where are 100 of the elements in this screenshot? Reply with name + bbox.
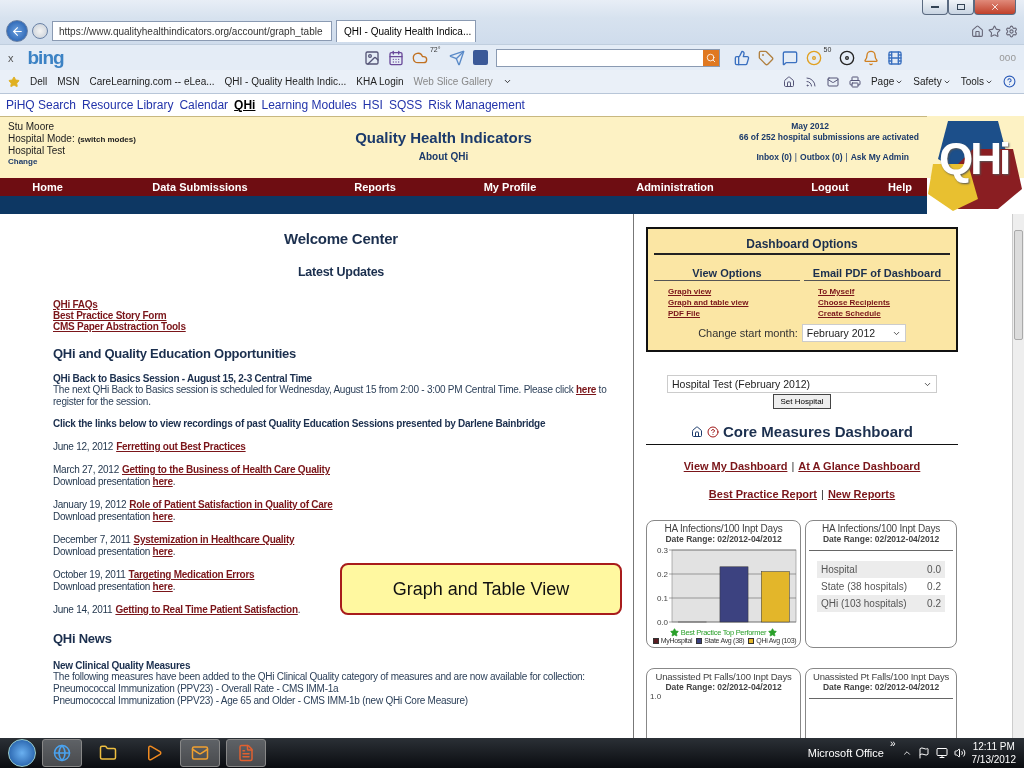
minimize-button[interactable] bbox=[922, 0, 948, 15]
recording-link[interactable]: Ferretting out Best Practices bbox=[116, 441, 246, 453]
search-button[interactable] bbox=[702, 49, 719, 66]
print-icon[interactable] bbox=[848, 75, 861, 88]
option-link[interactable]: To Myself bbox=[818, 287, 855, 296]
site-nav-link[interactable]: SQSS bbox=[388, 98, 423, 112]
menu-item[interactable]: Home bbox=[0, 181, 95, 193]
square-icon[interactable] bbox=[472, 50, 488, 65]
caret-icon[interactable] bbox=[502, 77, 512, 86]
volume-icon[interactable] bbox=[953, 747, 966, 759]
recording-link[interactable]: Getting to Real Time Patient Satisfaction bbox=[115, 604, 298, 616]
month-select[interactable]: February 2012 bbox=[801, 324, 906, 342]
option-link[interactable]: PDF File bbox=[668, 309, 700, 318]
command-menu[interactable]: Safety bbox=[913, 76, 942, 87]
bar bbox=[760, 571, 790, 623]
session-date: October 19, 2011 bbox=[53, 569, 126, 581]
recordings-intro: Click the links below to view recordings of past Quality Education Sessions presented by Darlene Bainbridge bbox=[53, 418, 547, 429]
settings-icon[interactable] bbox=[1005, 24, 1018, 38]
network-icon[interactable] bbox=[935, 747, 948, 759]
film-icon[interactable] bbox=[887, 49, 904, 66]
site-nav-link[interactable]: Risk Management bbox=[428, 98, 525, 112]
download-link[interactable]: here bbox=[152, 581, 173, 592]
forward-button[interactable] bbox=[32, 23, 48, 39]
send-icon[interactable] bbox=[448, 49, 465, 66]
quick-link[interactable]: Best Practice Story Form bbox=[53, 310, 167, 321]
option-link[interactable]: Create Schedule bbox=[818, 309, 881, 318]
register-link[interactable]: here bbox=[575, 384, 597, 395]
change-link[interactable]: Change bbox=[8, 157, 38, 166]
menu-item[interactable]: Help bbox=[885, 181, 915, 193]
home-icon[interactable] bbox=[782, 75, 795, 88]
option-link[interactable]: Choose Recipients bbox=[818, 298, 890, 307]
toolbar-close[interactable]: x bbox=[8, 51, 14, 64]
help-icon[interactable] bbox=[706, 425, 719, 438]
menu-item[interactable]: My Profile bbox=[445, 181, 575, 193]
quick-link[interactable]: QHi FAQs bbox=[53, 299, 98, 310]
calendar-icon[interactable] bbox=[387, 49, 404, 66]
download-link[interactable]: here bbox=[152, 546, 173, 557]
menu-item[interactable]: Administration bbox=[575, 181, 775, 193]
command-menu[interactable]: Page bbox=[870, 76, 895, 87]
clock[interactable]: 12:11 PM 7/13/2012 bbox=[971, 740, 1016, 766]
tag-icon[interactable] bbox=[757, 49, 774, 66]
hospital-select[interactable]: Hospital Test (February 2012) bbox=[667, 375, 937, 393]
y-tick-label: 0.1 bbox=[656, 594, 668, 603]
command-menu[interactable]: Tools bbox=[960, 76, 984, 87]
download-link[interactable]: here bbox=[152, 476, 173, 487]
help-icon[interactable] bbox=[1003, 75, 1016, 88]
recording-link[interactable]: Role of Patient Satisfaction in Quality of Care bbox=[129, 499, 333, 511]
mailbox-link[interactable]: Inbox (0) bbox=[756, 152, 792, 162]
menu-item[interactable]: Reports bbox=[305, 181, 445, 193]
thumbs-up-icon[interactable] bbox=[733, 49, 750, 66]
tray-expand-icon[interactable] bbox=[901, 748, 912, 758]
expand-toolbar[interactable]: » bbox=[889, 738, 896, 749]
maximize-button[interactable] bbox=[948, 0, 974, 15]
quick-link[interactable]: CMS Paper Abstraction Tools bbox=[53, 321, 186, 332]
star-icon bbox=[768, 628, 778, 637]
dashboard-link[interactable]: At A Glance Dashboard bbox=[798, 460, 921, 472]
flag-icon[interactable] bbox=[917, 747, 930, 759]
disc-icon[interactable] bbox=[839, 49, 856, 66]
start-button[interactable] bbox=[8, 739, 36, 767]
star-icon[interactable] bbox=[988, 24, 1001, 38]
site-nav-link[interactable]: Learning Modules bbox=[261, 98, 357, 112]
dashboard-link[interactable]: New Reports bbox=[827, 488, 896, 500]
option-link[interactable]: Graph view bbox=[668, 287, 712, 296]
favorite-link[interactable]: QHI - Quality Health Indic... bbox=[224, 76, 347, 87]
site-nav-link[interactable]: PiHQ Search bbox=[6, 98, 77, 112]
favorite-link[interactable]: CareLearning.com -- eLea... bbox=[89, 76, 215, 87]
recording-link[interactable]: Systemization in Healthcare Quality bbox=[133, 534, 295, 546]
site-nav-link[interactable]: QHi bbox=[234, 98, 256, 112]
favorite-link[interactable]: Dell bbox=[30, 76, 48, 87]
date-range: Date Range: 02/2012-04/2012 bbox=[665, 534, 782, 544]
home-icon[interactable] bbox=[690, 425, 703, 438]
mailbox-link[interactable]: Ask My Admin bbox=[850, 152, 909, 162]
menu-item[interactable]: Data Submissions bbox=[95, 181, 305, 193]
scrollbar[interactable] bbox=[1012, 214, 1024, 738]
option-link[interactable]: Graph and table view bbox=[668, 298, 749, 307]
browser-tab[interactable]: QHI - Quality Health Indica... bbox=[336, 20, 476, 42]
dashboard-link[interactable]: Best Practice Report bbox=[708, 488, 818, 500]
set-hospital-button[interactable]: Set Hospital bbox=[773, 394, 831, 409]
chat-icon[interactable] bbox=[781, 49, 798, 66]
address-field[interactable]: https://www.qualityhealthindicators.org/account/graph_table bbox=[52, 21, 332, 41]
about-link[interactable]: About QHi bbox=[418, 151, 469, 162]
dashboard-link[interactable]: View My Dashboard bbox=[683, 460, 788, 472]
mailbox-link[interactable]: Outbox (0) bbox=[800, 152, 843, 162]
site-nav-link[interactable]: HSI bbox=[362, 98, 383, 112]
toolbar-search-field[interactable] bbox=[495, 48, 720, 67]
switch-modes-link[interactable]: (switch modes) bbox=[77, 135, 136, 144]
back-button[interactable] bbox=[6, 20, 28, 42]
mail-icon[interactable] bbox=[826, 75, 839, 88]
star-icon[interactable] bbox=[8, 75, 20, 88]
favorite-link[interactable]: MSN bbox=[57, 76, 80, 87]
favorite-link[interactable]: KHA Login bbox=[356, 76, 404, 87]
site-nav-link[interactable]: Calendar bbox=[179, 98, 229, 112]
site-nav-link[interactable]: Resource Library bbox=[82, 98, 174, 112]
recording-link[interactable]: Getting to the Business of Health Care Quality bbox=[122, 464, 330, 476]
menu-item[interactable]: Logout bbox=[775, 181, 885, 193]
feed-icon[interactable] bbox=[804, 75, 817, 88]
recording-link[interactable]: Targeting Medication Errors bbox=[128, 569, 255, 581]
bell-icon[interactable] bbox=[863, 49, 880, 66]
picture-icon[interactable] bbox=[363, 49, 380, 66]
download-link[interactable]: here bbox=[152, 511, 173, 522]
